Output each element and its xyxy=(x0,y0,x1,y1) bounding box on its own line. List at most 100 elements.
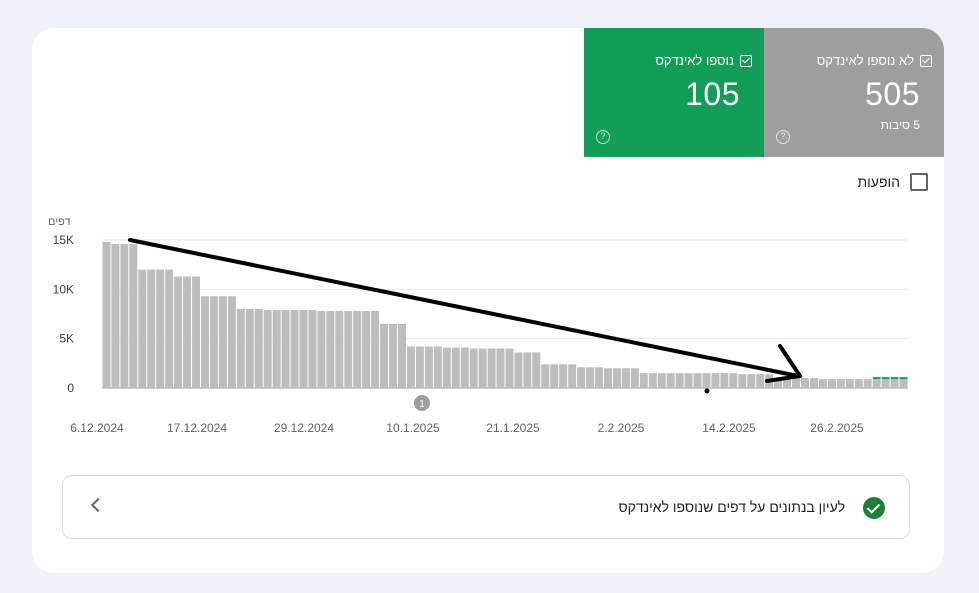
bar-not-indexed xyxy=(380,323,389,388)
bar-not-indexed xyxy=(693,373,702,388)
x-tick-label: 17.12.2024 xyxy=(167,421,227,435)
y-tick-label: 0 xyxy=(67,381,74,395)
bar-indexed xyxy=(899,377,908,380)
bar-not-indexed xyxy=(541,364,550,388)
x-tick-label: 26.2.2025 xyxy=(810,421,864,435)
bar-not-indexed xyxy=(630,368,639,388)
index-coverage-card: נוספו לאינדקס 105 ? לא נוספו לאינדקס 505… xyxy=(32,28,944,573)
y-tick-label: 10K xyxy=(53,282,74,296)
bar-not-indexed xyxy=(666,373,675,388)
bar-indexed xyxy=(872,377,881,380)
bar-not-indexed xyxy=(675,373,684,388)
bar-not-indexed xyxy=(532,352,541,388)
bar-not-indexed xyxy=(621,368,630,388)
bar-not-indexed xyxy=(424,346,433,388)
x-tick-label: 14.2.2025 xyxy=(702,421,756,435)
bar-not-indexed xyxy=(138,269,147,388)
x-tick-label: 29.12.2024 xyxy=(274,421,334,435)
bar-not-indexed xyxy=(272,310,281,388)
x-tick-label: 10.1.2025 xyxy=(386,421,440,435)
bar-not-indexed xyxy=(254,309,263,388)
bar-not-indexed xyxy=(209,296,218,388)
bar-not-indexed xyxy=(801,378,809,388)
view-indexed-pages-label: לעיון בנתונים על דפים שנוספו לאינדקס xyxy=(618,499,845,515)
bar-not-indexed xyxy=(415,346,424,388)
bar-not-indexed xyxy=(290,310,299,388)
bar-not-indexed xyxy=(612,368,621,388)
bar-not-indexed xyxy=(317,311,326,388)
bar-not-indexed xyxy=(218,296,227,388)
bar-not-indexed xyxy=(639,373,648,388)
bar-not-indexed xyxy=(747,374,756,388)
bar-not-indexed xyxy=(406,346,415,388)
bar-not-indexed xyxy=(281,310,290,388)
bar-not-indexed xyxy=(433,346,442,388)
bar-not-indexed xyxy=(720,373,729,388)
bar-not-indexed xyxy=(854,379,863,388)
bar-not-indexed xyxy=(899,379,908,388)
bar-not-indexed xyxy=(183,276,192,388)
bar-not-indexed xyxy=(496,348,505,388)
bar-not-indexed xyxy=(792,378,801,388)
bar-not-indexed xyxy=(147,269,156,388)
bar-not-indexed xyxy=(648,373,657,388)
check-circle-icon xyxy=(863,497,885,519)
bar-not-indexed xyxy=(398,323,406,388)
bar-not-indexed xyxy=(353,311,362,388)
bar-not-indexed xyxy=(702,373,711,388)
bar-not-indexed xyxy=(604,368,612,388)
bar-not-indexed xyxy=(881,379,890,388)
bar-not-indexed xyxy=(165,269,174,388)
x-tick-label: 6.12.2024 xyxy=(70,421,124,435)
x-tick-label: 2.2.2025 xyxy=(598,421,645,435)
bar-not-indexed xyxy=(174,276,183,388)
bar-indexed xyxy=(890,377,899,380)
bar-not-indexed xyxy=(711,373,720,388)
bar-not-indexed xyxy=(836,379,845,388)
index-chart: 0 5K 10K 15K 6.12.2024 17.12.2024 29.12.2024 1… xyxy=(53,233,908,435)
bar-not-indexed xyxy=(236,309,245,388)
bar-not-indexed xyxy=(460,347,469,388)
bar-not-indexed xyxy=(308,310,317,388)
bar-not-indexed xyxy=(586,367,595,388)
bar-not-indexed xyxy=(595,367,604,388)
bar-not-indexed xyxy=(129,243,138,388)
bar-not-indexed xyxy=(514,352,523,388)
bar-not-indexed xyxy=(559,364,568,388)
view-indexed-pages-row[interactable]: לעיון בנתונים על דפים שנוספו לאינדקס xyxy=(62,475,910,539)
bar-not-indexed xyxy=(227,296,236,388)
bar-not-indexed xyxy=(487,348,496,388)
bar-not-indexed xyxy=(192,276,201,388)
bar-not-indexed xyxy=(335,311,344,388)
bar-not-indexed xyxy=(863,379,872,388)
bar-not-indexed xyxy=(469,348,478,388)
bar-not-indexed xyxy=(371,311,380,388)
bar-not-indexed xyxy=(299,310,308,388)
y-tick-label: 5K xyxy=(59,332,74,346)
bar-not-indexed xyxy=(818,379,827,388)
bar-not-indexed xyxy=(550,364,559,388)
x-tick-label: 21.1.2025 xyxy=(486,421,540,435)
bar-not-indexed xyxy=(890,379,899,388)
bar-not-indexed xyxy=(389,323,398,388)
bar-not-indexed xyxy=(809,378,818,388)
bar-not-indexed xyxy=(738,374,747,388)
stray-dot xyxy=(704,388,710,394)
chevron-left-icon xyxy=(90,497,106,513)
bar-not-indexed xyxy=(568,364,577,388)
bar-not-indexed xyxy=(451,347,460,388)
bar-not-indexed xyxy=(684,373,693,388)
bar-not-indexed xyxy=(102,241,111,388)
bar-not-indexed xyxy=(872,379,881,388)
bar-not-indexed xyxy=(111,243,120,388)
bar-not-indexed xyxy=(729,373,738,388)
bar-not-indexed xyxy=(442,347,451,388)
bar-indexed xyxy=(881,377,890,380)
bar-not-indexed xyxy=(756,374,765,388)
bar-not-indexed xyxy=(505,348,514,388)
bar-not-indexed xyxy=(827,379,836,388)
bar-not-indexed xyxy=(201,296,209,388)
bar-not-indexed xyxy=(362,311,371,388)
annotation-marker-label: 1 xyxy=(419,399,425,410)
bar-not-indexed xyxy=(577,367,586,388)
